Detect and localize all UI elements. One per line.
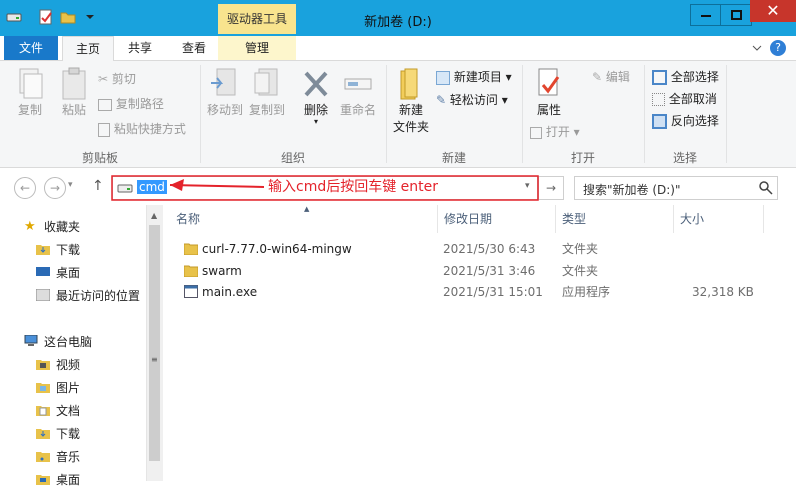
nav-favorites[interactable]: ★ 收藏夹 (0, 216, 146, 238)
nav-downloads[interactable]: 下载 (0, 239, 146, 261)
file-list: ▲ 名称 修改日期 类型 大小 curl-7.77.0-win64-mingw … (164, 205, 796, 481)
file-row[interactable]: main.exe 2021/5/31 15:01 应用程序 32,318 KB (164, 281, 796, 303)
grip-icon: ≡ (151, 355, 158, 364)
pictures-folder-icon (36, 383, 50, 393)
nav-documents[interactable]: 文档 (0, 400, 146, 422)
nav-this-pc[interactable]: 这台电脑 (0, 331, 146, 353)
file-date: 2021/5/30 6:43 (443, 242, 536, 256)
file-date: 2021/5/31 15:01 (443, 285, 543, 299)
nav-downloads-pc[interactable]: 下载 (0, 423, 146, 445)
column-header-size[interactable]: 大小 (674, 205, 764, 233)
scroll-up-arrow-icon[interactable]: ▲ (151, 211, 157, 220)
videos-folder-icon (36, 360, 50, 370)
scrollbar-thumb[interactable] (149, 225, 160, 461)
music-folder-icon (36, 452, 50, 462)
file-type: 文件夹 (562, 264, 599, 278)
nav-desktop-pc[interactable]: 桌面 (0, 469, 146, 491)
file-name: main.exe (202, 285, 258, 299)
annotation-text: 输入cmd后按回车键 enter (268, 179, 439, 195)
file-name: curl-7.77.0-win64-mingw (202, 242, 352, 256)
nav-pictures[interactable]: 图片 (0, 377, 146, 399)
column-header-type[interactable]: 类型 (556, 205, 674, 233)
folder-icon (184, 265, 198, 277)
column-header-date[interactable]: 修改日期 (438, 205, 556, 233)
file-date: 2021/5/31 3:46 (443, 264, 536, 278)
nav-videos[interactable]: 视频 (0, 354, 146, 376)
star-icon: ★ (24, 219, 36, 234)
file-name: swarm (202, 264, 242, 278)
file-row[interactable]: swarm 2021/5/31 3:46 文件夹 (164, 260, 796, 282)
desktop-folder-icon (36, 475, 50, 485)
file-type: 文件夹 (562, 242, 599, 256)
file-size: 32,318 KB (692, 285, 754, 299)
downloads-folder-icon (36, 429, 50, 439)
file-type: 应用程序 (562, 285, 611, 299)
downloads-folder-icon (36, 245, 50, 255)
navigation-pane: ★ 收藏夹 下载 桌面 最近访问的位置 这台电脑 视频 图片 文档 下载 音乐 … (0, 205, 146, 487)
documents-folder-icon (36, 406, 50, 416)
nav-scrollbar[interactable]: ▲ ≡ (146, 205, 163, 481)
recent-places-icon (36, 289, 50, 301)
desktop-icon (36, 267, 50, 276)
annotation-arrowhead-address (170, 179, 184, 191)
nav-desktop[interactable]: 桌面 (0, 262, 146, 284)
application-icon (184, 285, 198, 298)
folder-icon (184, 243, 198, 255)
nav-recent[interactable]: 最近访问的位置 (0, 285, 146, 307)
nav-music[interactable]: 音乐 (0, 446, 146, 468)
file-row[interactable]: curl-7.77.0-win64-mingw 2021/5/30 6:43 文… (164, 238, 796, 260)
column-header-name[interactable]: 名称 (170, 205, 438, 233)
annotation-arrow-to-address (169, 184, 265, 188)
computer-icon (24, 335, 38, 346)
